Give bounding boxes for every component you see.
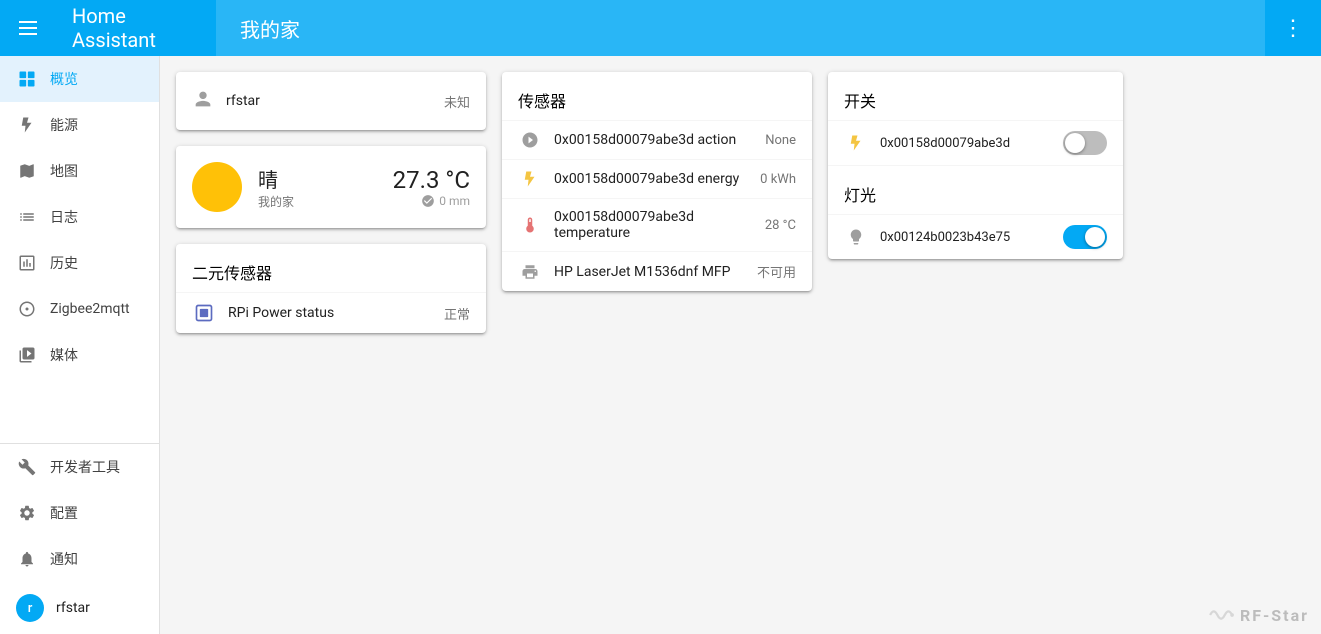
weather-card: 晴 我的家 27.3 °C 0 mm — [176, 146, 486, 228]
sidebar-item-history[interactable]: 历史 — [0, 240, 159, 286]
sidebar-label-logbook: 日志 — [50, 207, 78, 227]
sidebar-item-media[interactable]: 媒体 — [0, 332, 159, 378]
page-title: 我的家 — [216, 0, 1265, 56]
sensor-row-3: HP LaserJet M1536dnf MFP 不可用 — [502, 251, 812, 291]
sensor-row-0: 0x00158d00079abe3d action None — [502, 120, 812, 159]
sidebar-label-developer: 开发者工具 — [50, 457, 120, 477]
switches-title: 开关 — [828, 72, 1123, 120]
user-card: rfstar 未知 — [176, 72, 486, 130]
sensor-value-1: 0 kWh — [760, 172, 796, 187]
switch-row-0: 0x00158d00079abe3d — [828, 120, 1123, 165]
watermark: RF-Star — [1208, 604, 1309, 626]
sidebar-label-overview: 概览 — [50, 69, 78, 89]
switch-icon — [844, 134, 868, 152]
column-3: 开关 0x00158d00079abe3d 灯光 0x001 — [828, 72, 1123, 259]
switch-name-0: 0x00158d00079abe3d — [880, 136, 1051, 151]
rpi-icon — [192, 303, 216, 323]
sensor-value-0: None — [765, 133, 796, 148]
user-status: 未知 — [444, 92, 470, 111]
user-name: rfstar — [226, 93, 432, 109]
binary-sensor-row: RPi Power status 正常 — [176, 292, 486, 333]
app-title: Home Assistant — [56, 4, 216, 52]
zigbee-icon — [16, 298, 38, 320]
bell-icon — [16, 548, 38, 570]
light-icon — [844, 228, 868, 246]
sidebar-label-map: 地图 — [50, 161, 78, 181]
sidebar-label-settings: 配置 — [50, 503, 78, 523]
column-1: rfstar 未知 晴 我的家 27.3 °C 0 mm — [176, 72, 486, 333]
switch-light-card: 开关 0x00158d00079abe3d 灯光 0x001 — [828, 72, 1123, 259]
sidebar-label-history: 历史 — [50, 253, 78, 273]
sensor-name-0: 0x00158d00079abe3d action — [554, 132, 753, 148]
username-label: rfstar — [56, 600, 90, 616]
gear-icon — [16, 502, 38, 524]
weather-condition: 晴 — [258, 164, 393, 193]
list-icon — [16, 206, 38, 228]
sidebar-item-logbook[interactable]: 日志 — [0, 194, 159, 240]
sun-icon — [192, 162, 242, 212]
main-content: rfstar 未知 晴 我的家 27.3 °C 0 mm — [160, 56, 1321, 634]
sidebar-item-notifications[interactable]: 通知 — [0, 536, 159, 582]
menu-button[interactable] — [0, 0, 56, 56]
sensor-row-2: 0x00158d00079abe3d temperature 28 °C — [502, 198, 812, 251]
weather-location: 我的家 — [258, 193, 393, 210]
more-button[interactable]: ⋮ — [1265, 0, 1321, 56]
sensor-value-3: 不可用 — [757, 262, 796, 281]
printer-icon — [518, 263, 542, 281]
lights-title: 灯光 — [828, 165, 1123, 214]
user-profile[interactable]: r rfstar — [0, 582, 159, 634]
sidebar-item-settings[interactable]: 配置 — [0, 490, 159, 536]
sensor-name-1: 0x00158d00079abe3d energy — [554, 171, 748, 187]
sensor-row-1: 0x00158d00079abe3d energy 0 kWh — [502, 159, 812, 198]
switch-toggle-0[interactable] — [1063, 131, 1107, 155]
bolt-icon — [16, 114, 38, 136]
sidebar-label-energy: 能源 — [50, 115, 78, 135]
sensor-name-2: 0x00158d00079abe3d temperature — [554, 209, 753, 241]
wrench-icon — [16, 456, 38, 478]
grid-icon — [16, 68, 38, 90]
sidebar: 概览 能源 地图 日志 历史 — [0, 56, 160, 634]
temperature-icon — [518, 216, 542, 234]
avatar: r — [16, 594, 44, 622]
history-icon — [16, 252, 38, 274]
action-icon — [518, 131, 542, 149]
binary-sensor-name: RPi Power status — [228, 305, 432, 321]
light-name-0: 0x00124b0023b43e75 — [880, 230, 1051, 245]
binary-sensor-value: 正常 — [444, 304, 470, 323]
binary-sensor-card: 二元传感器 RPi Power status 正常 — [176, 244, 486, 333]
weather-temperature: 27.3 °C — [393, 166, 470, 194]
column-2: 传感器 0x00158d00079abe3d action None 0x001… — [502, 72, 812, 291]
light-row-0: 0x00124b0023b43e75 — [828, 214, 1123, 259]
binary-sensor-title: 二元传感器 — [176, 244, 486, 292]
sensor-value-2: 28 °C — [765, 218, 796, 233]
sensors-title: 传感器 — [502, 72, 812, 120]
sidebar-item-zigbee2mqtt[interactable]: Zigbee2mqtt — [0, 286, 159, 332]
sensors-card: 传感器 0x00158d00079abe3d action None 0x001… — [502, 72, 812, 291]
sidebar-item-overview[interactable]: 概览 — [0, 56, 159, 102]
light-toggle-0[interactable] — [1063, 225, 1107, 249]
sidebar-label-notifications: 通知 — [50, 549, 78, 569]
sidebar-label-zigbee2mqtt: Zigbee2mqtt — [50, 301, 130, 317]
map-icon — [16, 160, 38, 182]
sidebar-item-energy[interactable]: 能源 — [0, 102, 159, 148]
weather-precipitation: 0 mm — [439, 194, 470, 208]
energy-sensor-icon — [518, 170, 542, 188]
sidebar-item-map[interactable]: 地图 — [0, 148, 159, 194]
media-icon — [16, 344, 38, 366]
sidebar-label-media: 媒体 — [50, 345, 78, 365]
sidebar-item-developer[interactable]: 开发者工具 — [0, 444, 159, 490]
sensor-name-3: HP LaserJet M1536dnf MFP — [554, 264, 745, 280]
person-icon — [192, 88, 214, 114]
